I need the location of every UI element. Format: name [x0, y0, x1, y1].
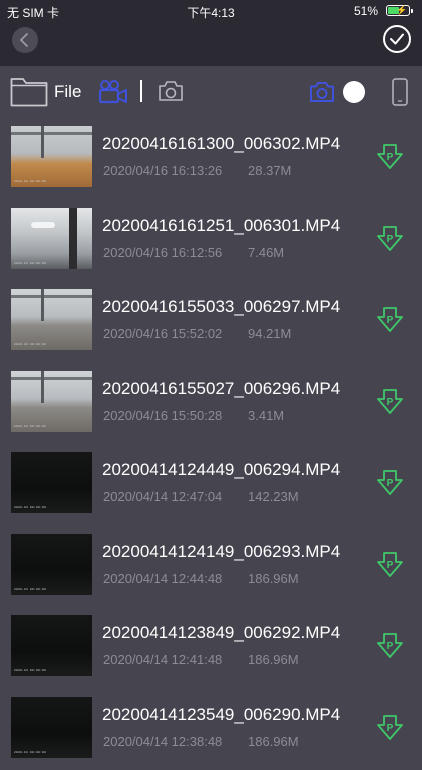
file-size: 94.21M — [248, 326, 291, 341]
file-size: 186.96M — [248, 734, 299, 749]
file-row[interactable]: 2020-04 00:00:00 20200416161300_006302.M… — [0, 118, 422, 200]
file-size: 142.23M — [248, 489, 299, 504]
file-date: 2020/04/14 12:44:48 — [103, 571, 222, 586]
back-button[interactable] — [12, 27, 38, 53]
file-size: 3.41M — [248, 408, 284, 423]
checkmark-icon — [388, 30, 406, 48]
status-bar: 无 SIM 卡 下午4:13 51% ⚡ — [0, 0, 422, 22]
video-thumbnail[interactable]: 2020-04 00:00:00 — [11, 208, 92, 269]
svg-text:P: P — [387, 641, 394, 652]
battery-percent: 51% — [354, 4, 378, 18]
download-p-icon[interactable]: P — [374, 222, 406, 254]
svg-text:P: P — [387, 397, 394, 408]
file-date: 2020/04/16 16:12:56 — [103, 245, 222, 260]
file-name: 20200416155033_006297.MP4 — [102, 297, 340, 317]
battery-icon: ⚡ — [386, 5, 410, 16]
file-row[interactable]: 2020-04 00:00:00 20200416155027_006296.M… — [0, 363, 422, 445]
photo-mode-icon[interactable] — [309, 80, 335, 104]
folder-icon — [10, 75, 48, 107]
photo-camera-icon[interactable] — [158, 79, 184, 103]
video-thumbnail[interactable]: 2020-04 00:00:00 — [11, 126, 92, 187]
toolbar-divider — [140, 80, 142, 102]
download-p-icon[interactable]: P — [374, 303, 406, 335]
file-row[interactable]: 2020-04 00:00:00 20200414124149_006293.M… — [0, 526, 422, 608]
file-date: 2020/04/16 15:52:02 — [103, 326, 222, 341]
file-row[interactable]: 2020-04 00:00:00 20200414123549_006290.M… — [0, 689, 422, 770]
video-thumbnail[interactable]: 2020-04 00:00:00 — [11, 615, 92, 676]
svg-text:P: P — [387, 723, 394, 734]
file-name: 20200414124449_006294.MP4 — [102, 460, 340, 480]
video-thumbnail[interactable]: 2020-04 00:00:00 — [11, 534, 92, 595]
file-row[interactable]: 2020-04 00:00:00 20200416161251_006301.M… — [0, 200, 422, 282]
video-thumbnail[interactable]: 2020-04 00:00:00 — [11, 289, 92, 350]
file-list: 2020-04 00:00:00 20200416161300_006302.M… — [0, 118, 422, 770]
file-row[interactable]: 2020-04 00:00:00 20200414124449_006294.M… — [0, 444, 422, 526]
download-p-icon[interactable]: P — [374, 548, 406, 580]
video-thumbnail[interactable]: 2020-04 00:00:00 — [11, 452, 92, 513]
file-toolbar: File — [0, 66, 422, 118]
confirm-button[interactable] — [383, 25, 411, 53]
mode-toggle[interactable] — [343, 81, 365, 103]
phone-icon[interactable] — [391, 77, 409, 107]
file-date: 2020/04/14 12:38:48 — [103, 734, 222, 749]
download-p-icon[interactable]: P — [374, 140, 406, 172]
file-size: 7.46M — [248, 245, 284, 260]
file-name: 20200416155027_006296.MP4 — [102, 379, 340, 399]
file-row[interactable]: 2020-04 00:00:00 20200414123849_006292.M… — [0, 607, 422, 689]
chevron-left-icon — [12, 27, 38, 53]
file-name: 20200416161300_006302.MP4 — [102, 134, 340, 154]
file-date: 2020/04/14 12:41:48 — [103, 652, 222, 667]
file-name: 20200416161251_006301.MP4 — [102, 216, 340, 236]
download-p-icon[interactable]: P — [374, 711, 406, 743]
svg-text:P: P — [387, 152, 394, 163]
file-row[interactable]: 2020-04 00:00:00 20200416155033_006297.M… — [0, 281, 422, 363]
nav-bar — [0, 22, 422, 66]
file-name: 20200414123849_006292.MP4 — [102, 623, 340, 643]
download-p-icon[interactable]: P — [374, 629, 406, 661]
file-date: 2020/04/14 12:47:04 — [103, 489, 222, 504]
download-p-icon[interactable]: P — [374, 385, 406, 417]
video-thumbnail[interactable]: 2020-04 00:00:00 — [11, 697, 92, 758]
file-label: File — [54, 82, 81, 102]
file-size: 28.37M — [248, 163, 291, 178]
video-thumbnail[interactable]: 2020-04 00:00:00 — [11, 371, 92, 432]
file-name: 20200414124149_006293.MP4 — [102, 542, 340, 562]
svg-text:P: P — [387, 478, 394, 489]
file-date: 2020/04/16 15:50:28 — [103, 408, 222, 423]
file-date: 2020/04/16 16:13:26 — [103, 163, 222, 178]
file-size: 186.96M — [248, 652, 299, 667]
svg-text:P: P — [387, 234, 394, 245]
svg-text:P: P — [387, 315, 394, 326]
file-size: 186.96M — [248, 571, 299, 586]
video-camera-icon[interactable] — [98, 79, 128, 105]
file-name: 20200414123549_006290.MP4 — [102, 705, 340, 725]
download-p-icon[interactable]: P — [374, 466, 406, 498]
svg-text:P: P — [387, 560, 394, 571]
